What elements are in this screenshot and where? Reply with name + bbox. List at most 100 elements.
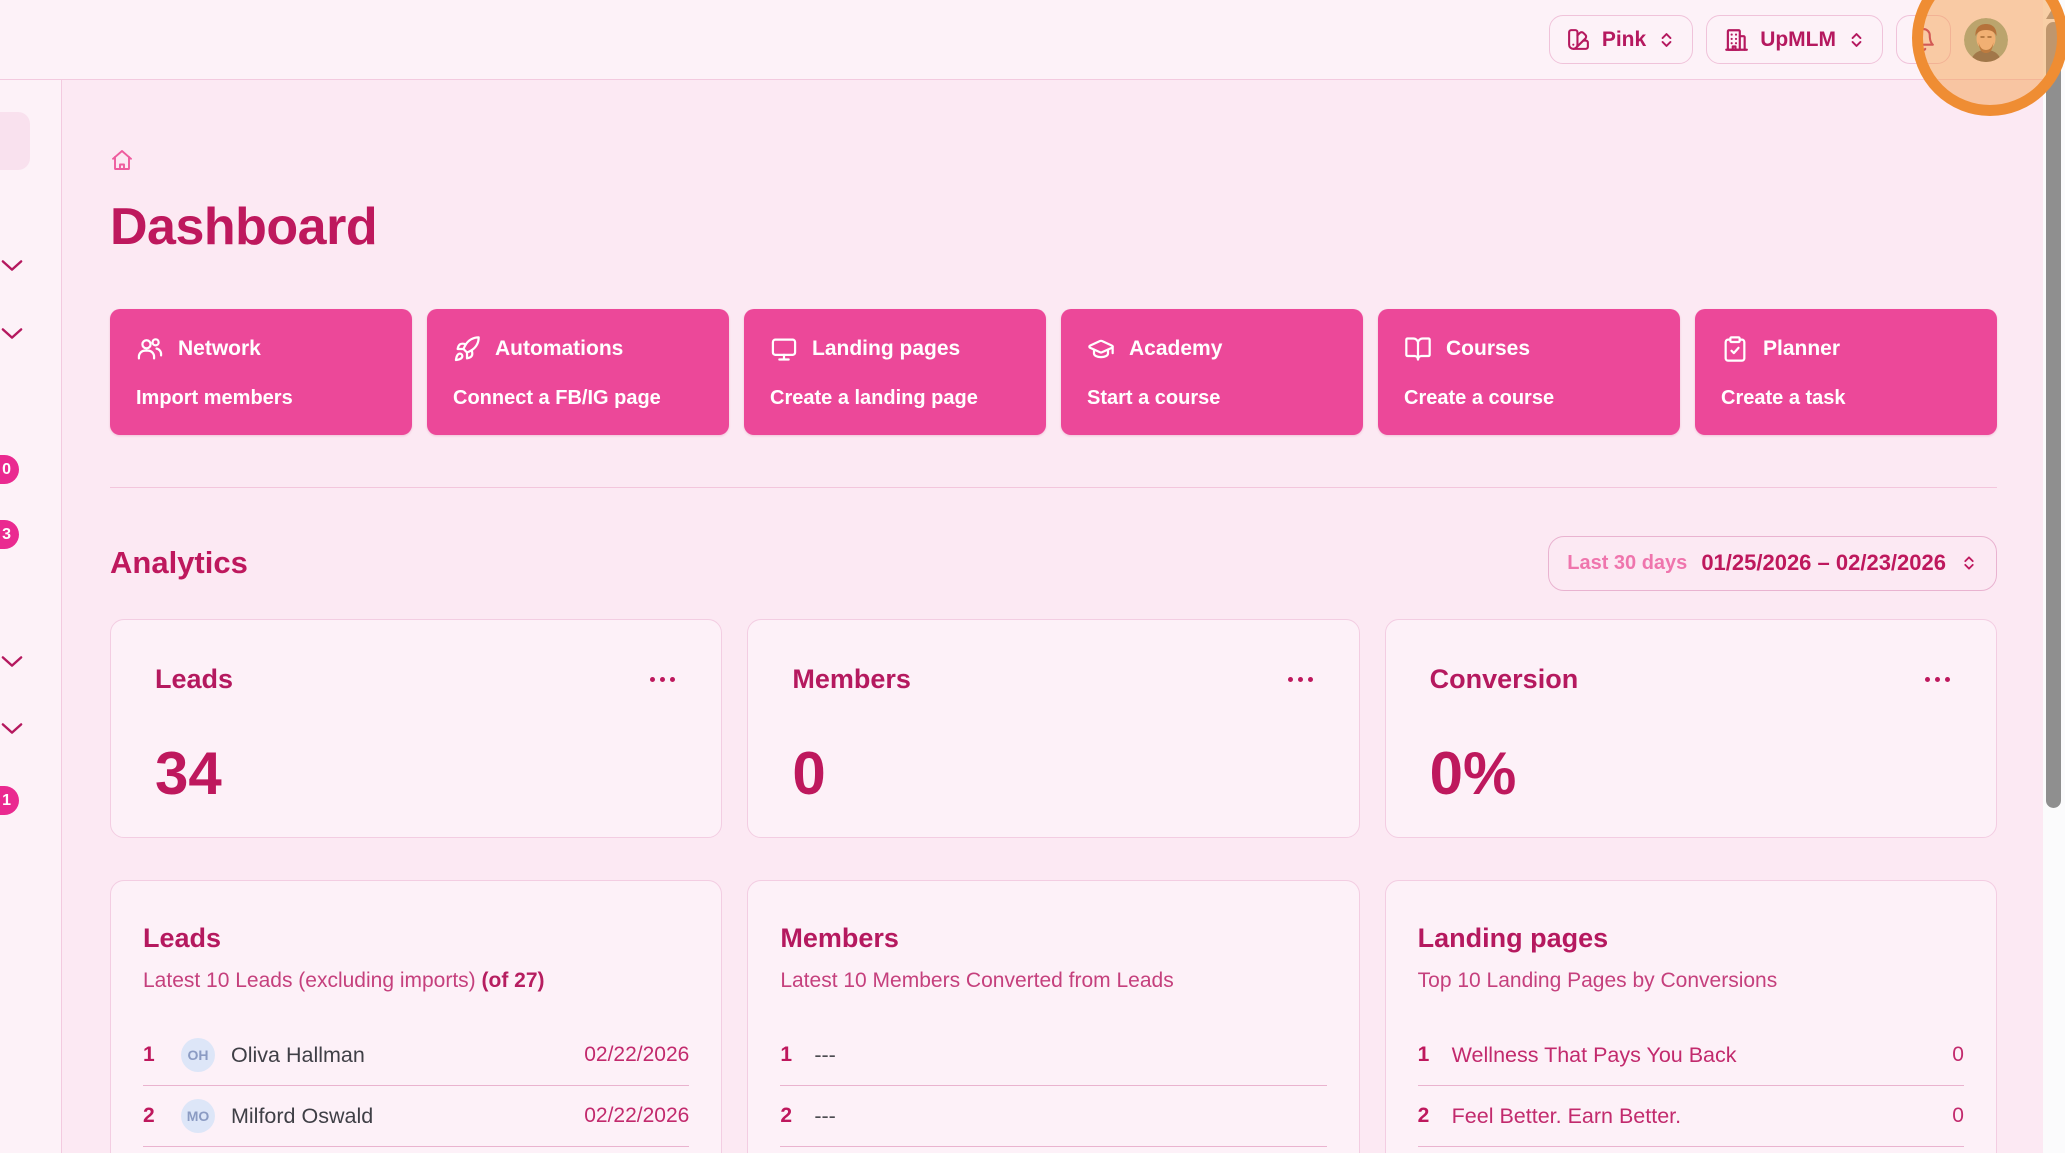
people-icon [136, 335, 164, 363]
ellipsis-menu-icon[interactable] [648, 671, 677, 688]
list-subtitle: Latest 10 Members Converted from Leads [780, 966, 1326, 995]
row-rank: 2 [780, 1104, 806, 1128]
analytics-header: Analytics Last 30 days 01/25/2026 – 02/2… [110, 535, 1997, 591]
quick-action-subtitle: Create a task [1721, 387, 1971, 410]
sidebar-active-item[interactable] [0, 112, 30, 170]
stat-title: Members [792, 664, 911, 695]
chevron-down-icon[interactable] [1, 655, 23, 668]
chevron-down-icon[interactable] [1, 259, 23, 272]
list-title: Members [780, 923, 1326, 954]
stats-row: Leads 34 Members 0 Conversion 0% [110, 619, 1997, 838]
list-subtitle: Top 10 Landing Pages by Conversions [1418, 966, 1964, 995]
top-header: Pink UpMLM [0, 0, 2065, 80]
section-divider [110, 487, 1997, 488]
page-title: Dashboard [110, 198, 1997, 256]
conversion-count: 0 [1952, 1104, 1964, 1128]
rocket-icon [453, 335, 481, 363]
scrollbar-thumb[interactable] [2046, 22, 2061, 808]
sidebar-count-badge: 0 [0, 455, 19, 484]
row-rank: 2 [143, 1104, 169, 1128]
date-range-preset: Last 30 days [1567, 552, 1687, 575]
scroll-up-arrow-icon[interactable] [2046, 6, 2062, 19]
chevron-up-down-icon [1657, 29, 1676, 51]
stat-value: 34 [155, 739, 677, 808]
lead-date: 02/22/2026 [584, 1043, 689, 1067]
quick-action-title: Landing pages [812, 337, 960, 361]
list-item[interactable]: 2 --- [780, 1086, 1326, 1147]
theme-selector-label: Pink [1602, 28, 1646, 52]
analytics-title: Analytics [110, 545, 248, 581]
home-icon[interactable] [110, 148, 1997, 172]
user-avatar[interactable] [1964, 18, 2008, 62]
chevron-up-down-icon [1847, 29, 1866, 51]
quick-action-subtitle: Start a course [1087, 387, 1337, 410]
stat-card-conversion: Conversion 0% [1385, 619, 1997, 838]
ellipsis-menu-icon[interactable] [1923, 671, 1952, 688]
swatch-icon [1566, 27, 1591, 52]
stat-title: Conversion [1430, 664, 1579, 695]
quick-action-subtitle: Connect a FB/IG page [453, 387, 703, 410]
sidebar-count-badge: 1 [0, 786, 19, 815]
clipboard-check-icon [1721, 335, 1749, 363]
quick-action-network[interactable]: Network Import members [110, 309, 412, 435]
quick-action-landing-pages[interactable]: Landing pages Create a landing page [744, 309, 1046, 435]
chevron-down-icon[interactable] [1, 722, 23, 735]
row-rank: 1 [780, 1043, 806, 1067]
list-item[interactable]: 1 --- [780, 1025, 1326, 1086]
sidebar-count-badge: 3 [0, 520, 19, 549]
landing-page-name[interactable]: Wellness That Pays You Back [1452, 1043, 1737, 1068]
quick-actions: Network Import members Automations [110, 309, 1997, 435]
chevron-down-icon[interactable] [1, 327, 23, 340]
lists-row: Leads Latest 10 Leads (excluding imports… [110, 880, 1997, 1153]
scrollbar[interactable] [2043, 0, 2065, 1153]
list-item[interactable]: 2 Feel Better. Earn Better. 0 [1418, 1086, 1964, 1147]
open-book-icon [1404, 335, 1432, 363]
quick-action-title: Network [178, 337, 261, 361]
quick-action-title: Automations [495, 337, 623, 361]
member-name: --- [814, 1043, 835, 1068]
bell-icon [1911, 27, 1936, 52]
quick-action-academy[interactable]: Academy Start a course [1061, 309, 1363, 435]
sidebar: 0 3 1 [0, 80, 62, 1153]
quick-action-courses[interactable]: Courses Create a course [1378, 309, 1680, 435]
quick-action-planner[interactable]: Planner Create a task [1695, 309, 1997, 435]
list-item[interactable]: 1 OH Oliva Hallman 02/22/2026 [143, 1025, 689, 1086]
quick-action-subtitle: Import members [136, 387, 386, 410]
quick-action-automations[interactable]: Automations Connect a FB/IG page [427, 309, 729, 435]
list-subtitle: Latest 10 Leads (excluding imports) (of … [143, 966, 689, 995]
workspace-selector[interactable]: UpMLM [1706, 15, 1883, 64]
quick-action-title: Academy [1129, 337, 1222, 361]
stat-card-members: Members 0 [747, 619, 1359, 838]
theme-selector[interactable]: Pink [1549, 15, 1693, 64]
workspace-selector-label: UpMLM [1760, 28, 1836, 52]
lead-name: Milford Oswald [231, 1104, 373, 1129]
avatar-initials: MO [181, 1099, 215, 1133]
chevron-up-down-icon [1960, 552, 1978, 574]
stat-title: Leads [155, 664, 233, 695]
list-card-landing-pages: Landing pages Top 10 Landing Pages by Co… [1385, 880, 1997, 1153]
lead-name: Oliva Hallman [231, 1043, 365, 1068]
date-range-selector[interactable]: Last 30 days 01/25/2026 – 02/23/2026 [1548, 536, 1997, 591]
quick-action-subtitle: Create a landing page [770, 387, 1020, 410]
ellipsis-menu-icon[interactable] [1286, 671, 1315, 688]
landing-page-name[interactable]: Feel Better. Earn Better. [1452, 1104, 1681, 1129]
member-name: --- [814, 1104, 835, 1129]
row-rank: 1 [1418, 1043, 1444, 1067]
row-rank: 2 [1418, 1104, 1444, 1128]
conversion-count: 0 [1952, 1043, 1964, 1067]
stat-value: 0 [792, 739, 1314, 808]
graduation-cap-icon [1087, 335, 1115, 363]
stat-value: 0% [1430, 739, 1952, 808]
list-item[interactable]: 1 Wellness That Pays You Back 0 [1418, 1025, 1964, 1086]
notifications-button[interactable] [1896, 15, 1951, 64]
list-title: Landing pages [1418, 923, 1964, 954]
quick-action-subtitle: Create a course [1404, 387, 1654, 410]
building-icon [1723, 27, 1749, 53]
quick-action-title: Planner [1763, 337, 1840, 361]
stat-card-leads: Leads 34 [110, 619, 722, 838]
list-card-leads: Leads Latest 10 Leads (excluding imports… [110, 880, 722, 1153]
main-content: Dashboard Network Import members [62, 80, 2065, 1153]
list-item[interactable]: 2 MO Milford Oswald 02/22/2026 [143, 1086, 689, 1147]
row-rank: 1 [143, 1043, 169, 1067]
list-card-members: Members Latest 10 Members Converted from… [747, 880, 1359, 1153]
